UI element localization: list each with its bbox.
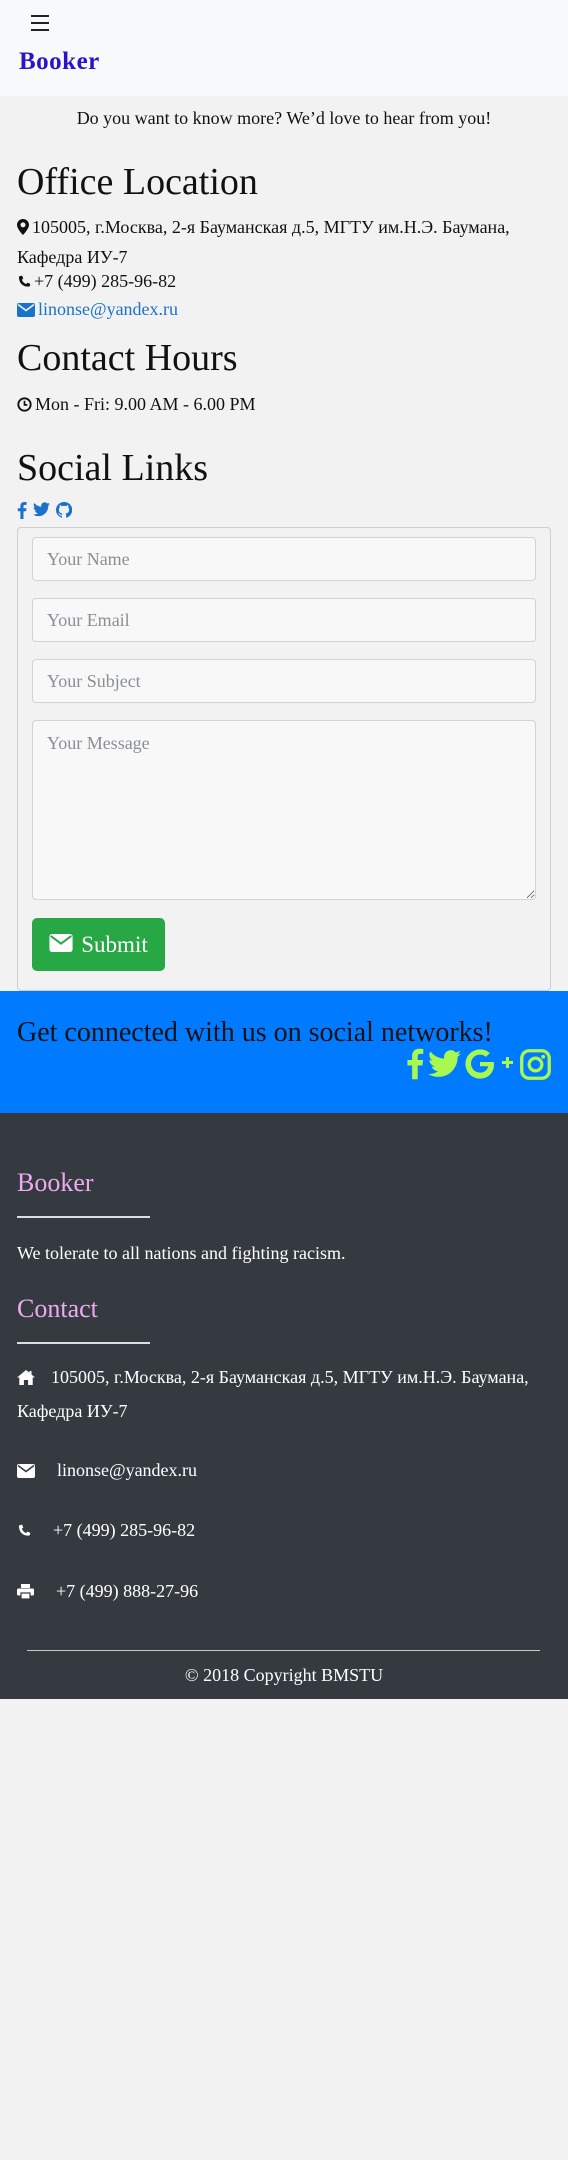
facebook-icon[interactable] [17, 502, 27, 519]
office-email: linonse@yandex.ru [17, 295, 547, 325]
brand-logo[interactable]: Booker [19, 48, 100, 76]
footer: Booker We tolerate to all nations and fi… [0, 1113, 568, 1699]
footer-brand-title: Booker [17, 1168, 94, 1197]
print-icon [17, 1577, 34, 1609]
footer-email-text: linonse@yandex.ru [57, 1460, 198, 1480]
submit-label: Submit [81, 931, 148, 957]
email-input[interactable] [32, 598, 536, 642]
contact-hours-title: Contact Hours [17, 337, 238, 379]
submit-button[interactable]: Submit [32, 918, 165, 971]
office-address-text: 105005, г.Москва, 2-я Бауманская д.5, МГ… [17, 217, 510, 267]
footer-address-text: 105005, г.Москва, 2-я Бауманская д.5, МГ… [17, 1367, 529, 1421]
office-location-title: Office Location [17, 161, 258, 203]
footer-brand-divider [17, 1216, 150, 1218]
contact-form: Submit [17, 527, 551, 991]
footer-divider [27, 1650, 540, 1651]
social-links-title: Social Links [17, 447, 209, 489]
instagram-icon[interactable] [519, 1048, 552, 1086]
social-links [17, 502, 72, 519]
phone-icon [17, 269, 31, 297]
map-marker-icon [17, 215, 29, 243]
office-phone: +7 (499) 285-96-82 [17, 267, 547, 297]
copyright: © 2018 Copyright BMSTU [184, 1665, 384, 1685]
contact-hours-text: Mon - Fri: 9.00 AM - 6.00 PM [35, 394, 256, 414]
facebook-icon[interactable] [406, 1047, 424, 1086]
office-email-link[interactable]: linonse@yandex.ru [38, 299, 178, 319]
phone-icon [17, 1516, 31, 1548]
footer-email: linonse@yandex.ru [17, 1454, 557, 1488]
clock-icon [17, 392, 32, 420]
hamburger-icon[interactable] [28, 8, 58, 38]
intro-text: Do you want to know more? We’d love to h… [76, 108, 492, 128]
navbar: Booker [0, 0, 568, 96]
twitter-icon[interactable] [33, 502, 50, 519]
footer-address: 105005, г.Москва, 2-я Бауманская д.5, МГ… [17, 1361, 557, 1427]
footer-fax-text: +7 (499) 888-27-96 [56, 1581, 199, 1601]
name-input[interactable] [32, 537, 536, 581]
message-textarea[interactable] [32, 720, 536, 900]
github-icon[interactable] [56, 502, 72, 519]
office-phone-text: +7 (499) 285-96-82 [34, 271, 177, 291]
footer-contact-title: Contact [17, 1294, 98, 1323]
contact-hours: Mon - Fri: 9.00 AM - 6.00 PM [17, 390, 547, 420]
footer-contact-divider [17, 1342, 150, 1344]
envelope-icon [49, 932, 73, 958]
social-band-title: Get connected with us on social networks… [17, 1017, 493, 1048]
home-icon [17, 1363, 35, 1395]
office-address: 105005, г.Москва, 2-я Бауманская д.5, МГ… [17, 213, 547, 271]
social-band: Get connected with us on social networks… [0, 991, 568, 1113]
footer-phone-text: +7 (499) 285-96-82 [53, 1520, 196, 1540]
envelope-icon [17, 1456, 35, 1488]
social-band-icons [406, 1047, 552, 1086]
footer-fax: +7 (499) 888-27-96 [17, 1575, 557, 1609]
envelope-icon [17, 297, 35, 325]
footer-phone: +7 (499) 285-96-82 [17, 1514, 557, 1548]
subject-input[interactable] [32, 659, 536, 703]
twitter-icon[interactable] [428, 1050, 461, 1083]
footer-brand-text: We tolerate to all nations and fighting … [17, 1243, 346, 1263]
google-plus-icon[interactable] [465, 1048, 515, 1085]
